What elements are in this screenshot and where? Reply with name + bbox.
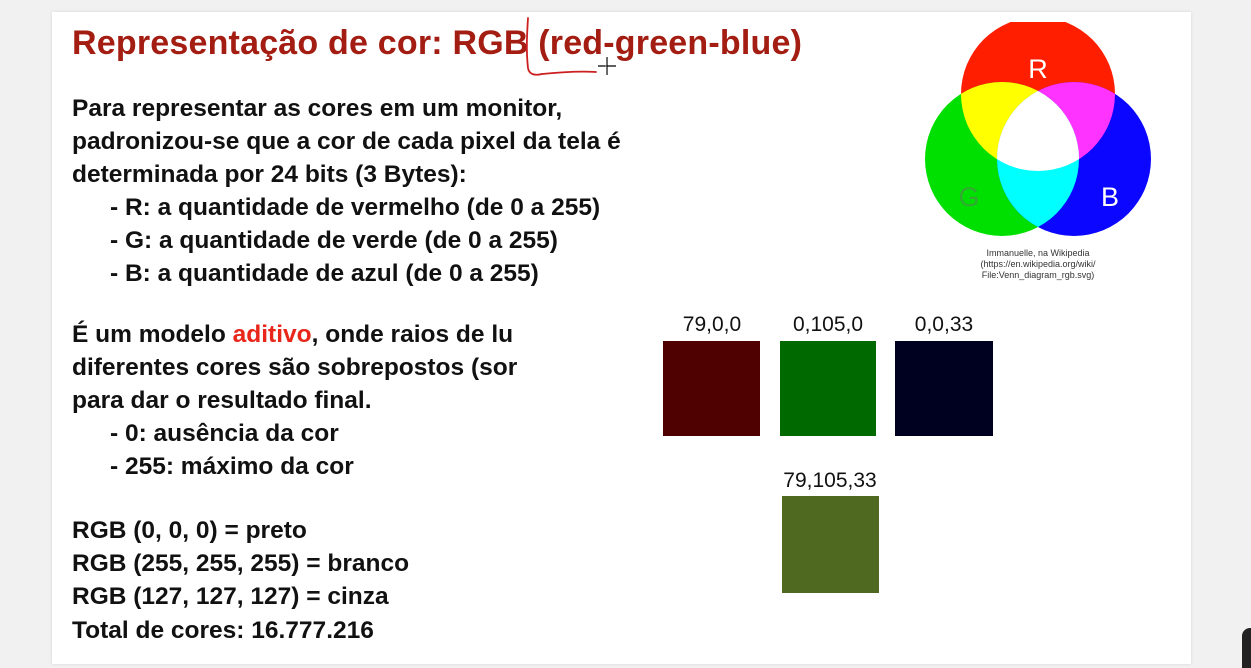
bullet-r: - R: a quantidade de vermelho (de 0 a 25… — [110, 194, 601, 221]
pen-annotation — [525, 17, 597, 76]
rgb-examples: RGB (0, 0, 0) = preto RGB (255, 255, 255… — [72, 514, 409, 613]
venn-label-b: B — [1101, 182, 1119, 212]
rgb-example-white: RGB (255, 255, 255) = branco — [72, 550, 410, 577]
aditivo-highlight: aditivo — [232, 321, 312, 348]
swatch-red — [663, 341, 760, 436]
para2-line: É um modelo aditivo, onde raios de lu — [72, 318, 654, 351]
venn-label-g: G — [958, 182, 979, 212]
swatch-label-red: 79,0,0 — [682, 313, 742, 336]
credit-line: Immanuelle, na Wikipedia — [986, 248, 1090, 258]
bullet-zero: - 0: ausência da cor — [110, 420, 339, 447]
pixel-description: Para representar as cores em um monitor,… — [72, 92, 621, 290]
swatch-blue — [895, 341, 993, 436]
credit-line: (https://en.wikipedia.org/wiki/ — [980, 259, 1096, 269]
swatch-label-green: 0,105,0 — [792, 313, 864, 336]
venn-label-r: R — [1028, 54, 1048, 84]
title-rgb: RGB — [452, 24, 529, 62]
para2-line: diferentes cores são sobrepostos (sor — [72, 354, 518, 381]
rgb-example-black: RGB (0, 0, 0) = preto — [72, 517, 307, 544]
para1-line: determinada por 24 bits (3 Bytes): — [72, 161, 467, 188]
para2-line: para dar o resultado final. — [72, 387, 372, 414]
bullet-b: - B: a quantidade de azul (de 0 a 255) — [110, 260, 539, 287]
bullet-max: - 255: máximo da cor — [110, 453, 354, 480]
rgb-example-gray: RGB (127, 127, 127) = cinza — [72, 583, 389, 610]
para2-text: , onde raios de lu — [311, 321, 514, 348]
swatch-mixed — [782, 496, 879, 593]
additive-model-description: É um modelo aditivo, onde raios de lu di… — [72, 318, 654, 483]
rgb-venn-diagram: R G B — [925, 22, 1151, 236]
crosshair-cursor-icon — [598, 57, 616, 75]
slide: Representação de cor: RGB (red-green-blu… — [52, 12, 1191, 664]
total-colors: Total de cores: 16.777.216 — [72, 617, 374, 644]
swatch-label-mixed: 79,105,33 — [783, 469, 877, 492]
slide-title: Representação de cor: RGB (red-green-blu… — [72, 24, 802, 63]
image-credit: Immanuelle, na Wikipedia (https://en.wik… — [924, 248, 1152, 281]
credit-line: File:Venn_diagram_rgb.svg) — [981, 270, 1095, 280]
bullet-g: - G: a quantidade de verde (de 0 a 255) — [110, 227, 558, 254]
para1-line: Para representar as cores em um monitor, — [72, 95, 563, 122]
para2-text: É um modelo — [72, 321, 233, 348]
swatch-label-blue: 0,0,33 — [914, 313, 974, 336]
corner-tab — [1242, 628, 1251, 668]
para1-line: padronizou-se que a cor de cada pixel da… — [72, 128, 621, 155]
swatch-green — [780, 341, 876, 436]
title-prefix: Representação de cor: — [72, 24, 453, 62]
